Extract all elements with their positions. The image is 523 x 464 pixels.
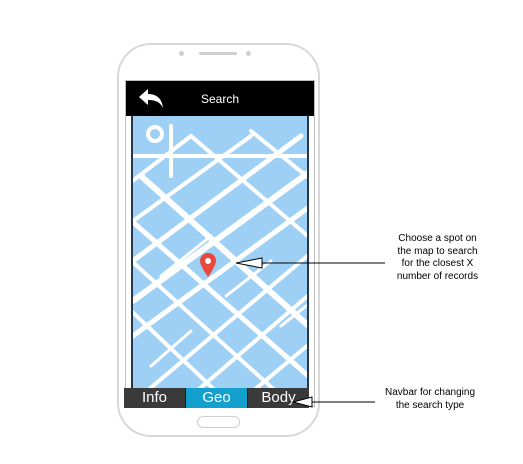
map-annotation-line: number of records [396, 270, 479, 282]
navbar-annotation-line: the search type [395, 399, 465, 411]
map-annotation-line: for the closest X [401, 258, 474, 269]
navbar-annotation-line: Navbar for changing [384, 387, 476, 398]
navbar-annotation: Navbar for changing the search type [370, 387, 490, 412]
map-annotation-line: Choose a spot on [398, 233, 477, 244]
map-annotation-line: the map to search [397, 245, 478, 257]
map-annotation: Choose a spot on the map to search for t… [380, 233, 495, 283]
